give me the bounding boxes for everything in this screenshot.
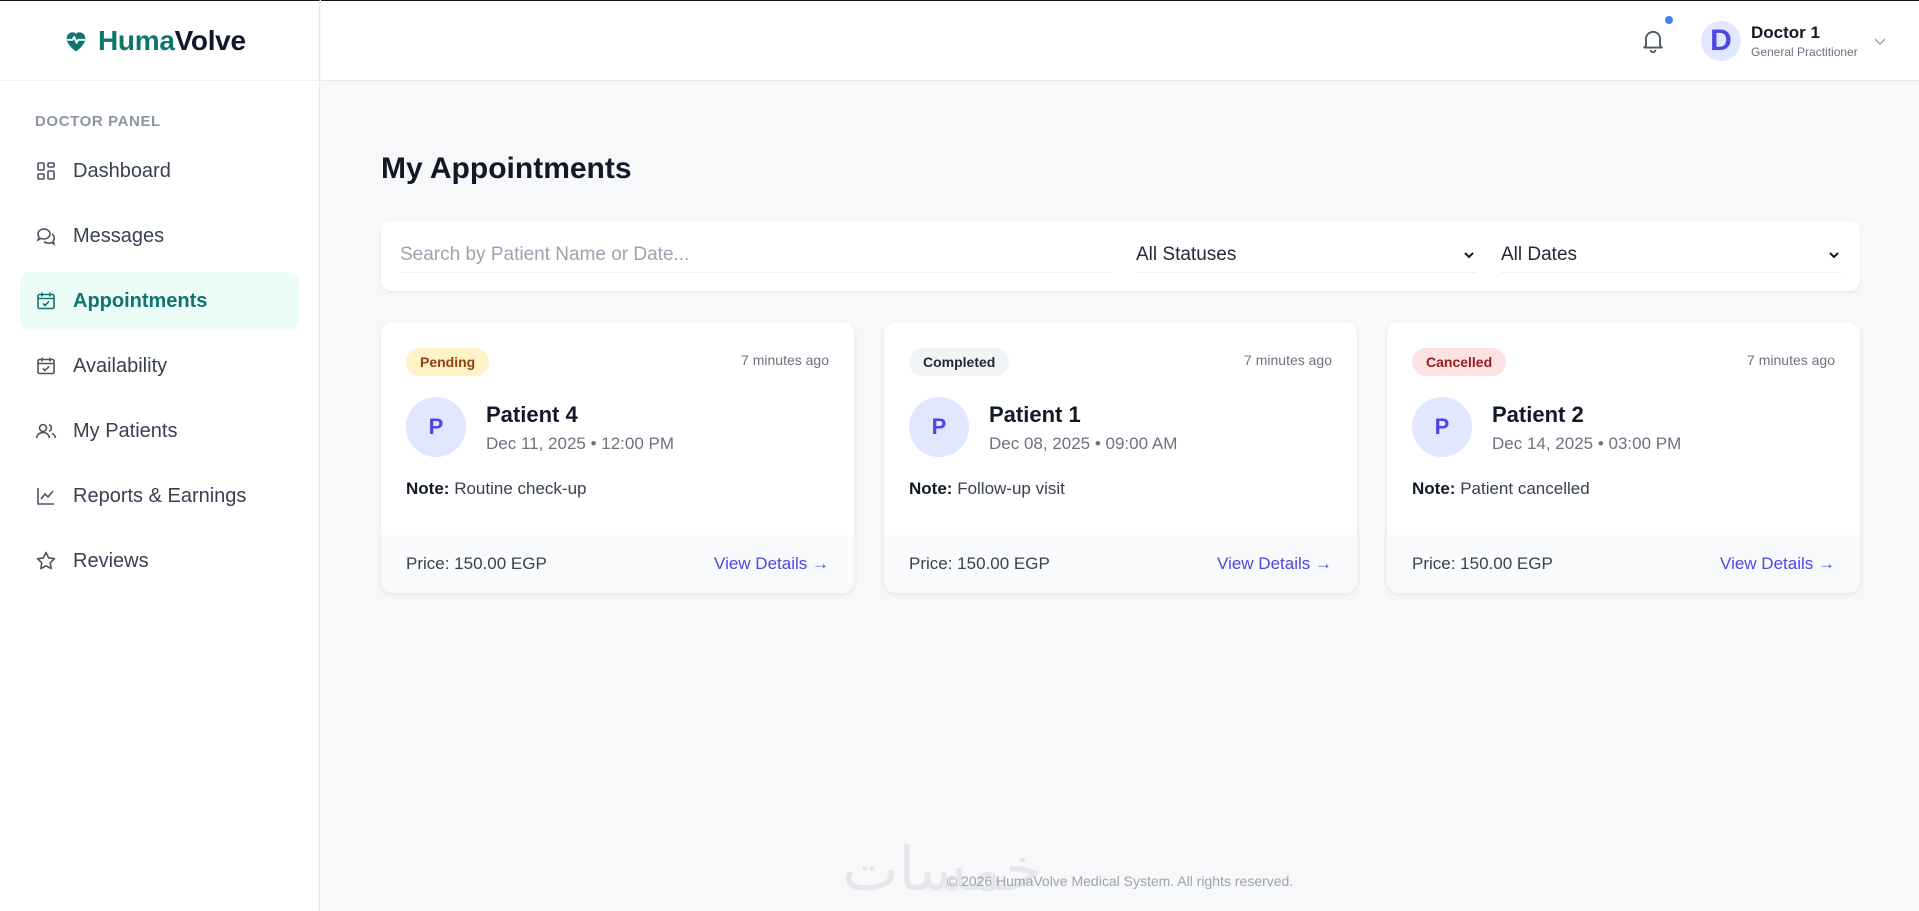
page-title: My Appointments (381, 152, 632, 185)
note-label: Note: (909, 479, 953, 498)
user-menu[interactable]: D Doctor 1 General Practitioner (1701, 21, 1888, 61)
sidebar-nav: Dashboard Messages Appointments Availabi… (0, 142, 319, 590)
sidebar-item-label: Dashboard (73, 159, 171, 182)
status-badge: Completed (909, 348, 1010, 376)
chat-bubbles-icon (35, 225, 57, 247)
grid-icon (35, 160, 57, 182)
search-input[interactable] (400, 237, 1112, 273)
chevron-down-icon (1874, 38, 1886, 46)
sidebar-item-dashboard[interactable]: Dashboard (20, 142, 299, 200)
note-text: Routine check-up (454, 479, 587, 498)
sidebar-item-label: Availability (73, 354, 168, 377)
sidebar-item-label: Appointments (73, 289, 208, 312)
sidebar: HumaVolve DOCTOR PANEL Dashboard Message… (0, 0, 320, 911)
avatar: D (1701, 21, 1741, 61)
chevron-down-icon (1829, 251, 1839, 258)
status-filter-select[interactable]: All Statuses (1136, 237, 1476, 273)
patient-avatar: P (1412, 397, 1472, 457)
users-icon (35, 420, 57, 442)
topbar: D Doctor 1 General Practitioner (321, 0, 1919, 81)
appointment-note: Note: Follow-up visit (909, 479, 1065, 499)
status-badge: Pending (406, 348, 490, 376)
appointment-datetime: Dec 08, 2025 • 09:00 AM (989, 434, 1178, 453)
patient-name: Patient 2 (1492, 402, 1584, 427)
chevron-down-icon (1464, 251, 1474, 258)
appointment-card: Cancelled 7 minutes ago P Patient 2 Dec … (1387, 322, 1860, 593)
sidebar-item-availability[interactable]: Availability (20, 337, 299, 395)
notification-dot (1663, 14, 1675, 26)
appointment-datetime: Dec 11, 2025 • 12:00 PM (486, 434, 675, 453)
patient-avatar: P (406, 397, 466, 457)
sidebar-item-my-patients[interactable]: My Patients (20, 402, 299, 460)
user-info: Doctor 1 General Practitioner (1751, 23, 1858, 59)
appointment-price: Price: 150.00 EGP (406, 554, 547, 573)
watermark: خمسات (842, 835, 1043, 905)
time-ago: 7 minutes ago (1747, 352, 1835, 368)
sidebar-item-reviews[interactable]: Reviews (20, 532, 299, 590)
user-role: General Practitioner (1751, 45, 1858, 59)
patient-name: Patient 1 (989, 402, 1081, 427)
note-label: Note: (1412, 479, 1456, 498)
appointment-note: Note: Routine check-up (406, 479, 587, 499)
sidebar-item-label: My Patients (73, 419, 178, 442)
chart-line-icon (35, 485, 57, 507)
view-details-link[interactable]: View Details → (714, 554, 829, 574)
sidebar-item-label: Reviews (73, 549, 149, 572)
time-ago: 7 minutes ago (741, 352, 829, 368)
appointment-card: Completed 7 minutes ago P Patient 1 Dec … (884, 322, 1357, 593)
appointment-price: Price: 150.00 EGP (909, 554, 1050, 573)
sidebar-item-label: Messages (73, 224, 165, 247)
date-filter-select[interactable]: All Dates (1501, 237, 1841, 273)
appointment-card: Pending 7 minutes ago P Patient 4 Dec 11… (381, 322, 854, 593)
status-filter-value: All Statuses (1136, 243, 1237, 265)
card-footer: Price: 150.00 EGP View Details → (1387, 535, 1860, 593)
appointment-price: Price: 150.00 EGP (1412, 554, 1553, 573)
brand-name-part1: Huma (98, 24, 175, 56)
appointment-datetime: Dec 14, 2025 • 03:00 PM (1492, 434, 1682, 453)
patient-avatar: P (909, 397, 969, 457)
panel-label: DOCTOR PANEL (35, 113, 161, 130)
filter-bar: All Statuses All Dates (381, 221, 1860, 291)
status-badge: Cancelled (1412, 348, 1507, 376)
view-details-link[interactable]: View Details → (1720, 554, 1835, 574)
view-details-link[interactable]: View Details → (1217, 554, 1332, 574)
card-footer: Price: 150.00 EGP View Details → (381, 535, 854, 593)
sidebar-item-label: Reports & Earnings (73, 484, 247, 507)
appointment-cards: Pending 7 minutes ago P Patient 4 Dec 11… (381, 322, 1860, 593)
note-text: Patient cancelled (1460, 479, 1590, 498)
card-footer: Price: 150.00 EGP View Details → (884, 535, 1357, 593)
brand-name-part2: Volve (174, 24, 246, 56)
sidebar-item-reports-earnings[interactable]: Reports & Earnings (20, 467, 299, 525)
star-icon (35, 550, 57, 572)
patient-name: Patient 4 (486, 402, 578, 427)
bell-icon[interactable] (1639, 26, 1667, 54)
sidebar-item-messages[interactable]: Messages (20, 207, 299, 265)
brand-name: HumaVolve (98, 25, 246, 57)
date-filter-value: All Dates (1501, 243, 1578, 265)
appointment-note: Note: Patient cancelled (1412, 479, 1590, 499)
note-label: Note: (406, 479, 450, 498)
heart-pulse-icon (66, 31, 86, 51)
calendar-check-icon (35, 355, 57, 377)
time-ago: 7 minutes ago (1244, 352, 1332, 368)
page-footer: © 2026 HumaVolve Medical System. All rig… (946, 873, 1294, 889)
brand-logo[interactable]: HumaVolve (0, 1, 319, 81)
sidebar-item-appointments[interactable]: Appointments (20, 272, 299, 330)
calendar-check-icon (35, 290, 57, 312)
note-text: Follow-up visit (957, 479, 1065, 498)
user-name: Doctor 1 (1751, 23, 1820, 42)
